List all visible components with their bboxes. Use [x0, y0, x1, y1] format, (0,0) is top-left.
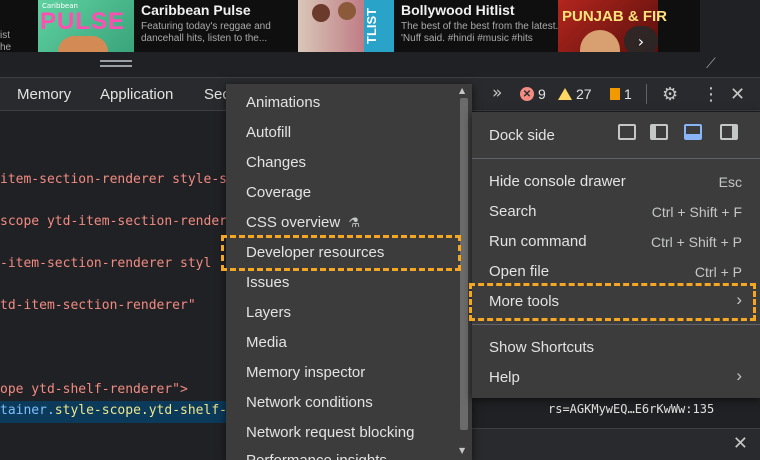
code-text-prefix: tainer. [0, 403, 55, 418]
card-title[interactable]: Bollywood Hitlist [401, 2, 558, 18]
more-options-icon[interactable]: ⋮ [702, 84, 720, 105]
caribbean-pulse-card[interactable]: Caribbean Pulse Featuring today's reggae… [141, 2, 271, 45]
card-desc-line-1: Featuring today's reggae and [141, 21, 271, 32]
page-content-strip: ist he Caribbean PULSE Caribbean Pulse F… [0, 0, 760, 77]
menu-item-hide-console-drawer[interactable]: Hide console drawer [489, 173, 626, 190]
code-text: -item-section-renderer styl [0, 256, 212, 271]
submenu-item-performance-insights[interactable]: Performance insights [246, 452, 387, 460]
close-devtools-icon[interactable]: ✕ [730, 84, 745, 105]
toolbar-divider [646, 84, 647, 104]
card-left-text-2: he [0, 42, 12, 52]
dock-right-icon[interactable] [720, 124, 738, 140]
card-desc-line-2: dancehall hits, listen to the... [141, 33, 268, 44]
warning-count-text: 27 [576, 86, 592, 102]
undock-icon[interactable] [618, 124, 636, 140]
warning-icon [558, 88, 572, 100]
menu-divider [472, 158, 760, 159]
drag-handle-icon[interactable] [100, 60, 132, 68]
playlist-carousel: ist he Caribbean PULSE Caribbean Pulse F… [0, 0, 700, 52]
bollywood-hitlist-card[interactable]: Bollywood Hitlist The best of the best f… [401, 2, 558, 45]
tab-memory[interactable]: Memory [17, 86, 71, 103]
tab-application[interactable]: Application [100, 86, 173, 103]
chevron-right-icon: › [736, 366, 742, 385]
submenu-item-changes[interactable]: Changes [246, 154, 306, 171]
card-title[interactable]: Caribbean Pulse [141, 2, 271, 18]
artist-image [338, 2, 356, 20]
experiment-flask-icon: ⚗ [348, 215, 361, 230]
thumbnail-title: PULSE [40, 8, 126, 35]
code-line[interactable]: ope ytd-shelf-renderer"> [0, 382, 188, 397]
close-drawer-icon[interactable]: ✕ [733, 433, 748, 454]
card-left-text-1: ist [0, 30, 10, 41]
submenu-scrollbar[interactable]: ▲ ▼ [456, 84, 472, 460]
shortcut-search: Ctrl + Shift + F [651, 204, 742, 220]
code-text: td-item-section-renderer" [0, 298, 196, 313]
drawer-bar: ✕ [472, 428, 760, 460]
card-desc-line-1: The best of the best from the latest. [401, 21, 559, 32]
menu-item-show-shortcuts[interactable]: Show Shortcuts [489, 339, 594, 356]
carousel-next-button[interactable]: › [624, 26, 658, 52]
devtools-main-menu: Dock side Hide console drawer Esc Search… [472, 112, 760, 398]
error-icon: ✕ [520, 87, 534, 101]
highlight-more-tools [469, 283, 756, 321]
error-count-text: 9 [538, 86, 546, 102]
code-line[interactable]: -item-section-renderer styl [0, 256, 211, 271]
code-line[interactable]: td-item-section-renderer" [0, 298, 196, 313]
submenu-item-network-conditions[interactable]: Network conditions [246, 394, 373, 411]
submenu-item-css-overview[interactable]: CSS overview ⚗ [246, 214, 360, 231]
menu-item-search[interactable]: Search [489, 203, 537, 220]
code-line[interactable]: scope ytd-item-section-render [0, 214, 227, 229]
menu-divider [472, 324, 760, 325]
submenu-item-memory-inspector[interactable]: Memory inspector [246, 364, 365, 381]
scrollbar-thumb[interactable] [460, 98, 468, 430]
submenu-item-issues[interactable]: Issues [246, 274, 289, 291]
card-desc-line-2: 'Nuff said. #hindi #music #hits [401, 33, 533, 44]
warning-count[interactable]: 27 [558, 86, 592, 102]
caribbean-pulse-thumbnail[interactable]: Caribbean PULSE [38, 0, 134, 52]
menu-item-help[interactable]: Help [489, 369, 520, 386]
scroll-up-arrow-icon[interactable]: ▲ [459, 86, 465, 95]
error-count[interactable]: ✕ 9 [520, 86, 546, 102]
menu-item-run-command[interactable]: Run command [489, 233, 587, 250]
submenu-item-coverage[interactable]: Coverage [246, 184, 311, 201]
artist-image [312, 4, 330, 22]
submenu-item-label: CSS overview [246, 214, 341, 231]
dock-bottom-icon[interactable] [684, 124, 702, 140]
thumbnail-title: TLIST [364, 0, 394, 52]
settings-gear-icon[interactable]: ⚙ [662, 84, 678, 105]
chevron-right-icon: › [637, 31, 645, 51]
issues-count[interactable]: 1 [610, 86, 632, 102]
more-tabs-icon[interactable]: » [492, 83, 502, 103]
highlight-developer-resources [221, 235, 461, 271]
code-line[interactable]: item-section-renderer style-s [0, 172, 227, 187]
thumbnail-title: PUNJAB & FIR [562, 8, 668, 25]
submenu-item-layers[interactable]: Layers [246, 304, 291, 321]
submenu-item-autofill[interactable]: Autofill [246, 124, 291, 141]
submenu-item-network-request-blocking[interactable]: Network request blocking [246, 424, 414, 441]
card-left-fragment: ist he [0, 30, 11, 52]
dock-left-icon[interactable] [650, 124, 668, 140]
console-source-link[interactable]: rs=AGKMywEQ…E6rKwWw:135 [548, 402, 714, 416]
artist-image [58, 36, 108, 52]
scroll-down-arrow-icon[interactable]: ▼ [459, 446, 465, 455]
issues-icon [610, 88, 620, 100]
submenu-item-media[interactable]: Media [246, 334, 287, 351]
code-text: item-section-renderer style-s [0, 172, 227, 187]
dock-side-label: Dock side [489, 127, 555, 144]
shortcut-hide-console: Esc [718, 174, 742, 190]
artist-image [580, 30, 620, 52]
code-text: scope ytd-item-section-render [0, 214, 227, 229]
menu-item-open-file[interactable]: Open file [489, 263, 549, 280]
more-tools-submenu: Animations Autofill Changes Coverage CSS… [226, 84, 472, 460]
shortcut-open-file: Ctrl + P [694, 264, 742, 280]
bollywood-hitlist-thumbnail[interactable]: TLIST [298, 0, 394, 52]
shortcut-run-command: Ctrl + Shift + P [650, 234, 742, 250]
code-text: ope ytd-shelf-renderer"> [0, 382, 188, 397]
submenu-item-animations[interactable]: Animations [246, 94, 320, 111]
issues-count-text: 1 [624, 86, 632, 102]
resize-corner-icon[interactable]: ⟋ [706, 56, 722, 72]
